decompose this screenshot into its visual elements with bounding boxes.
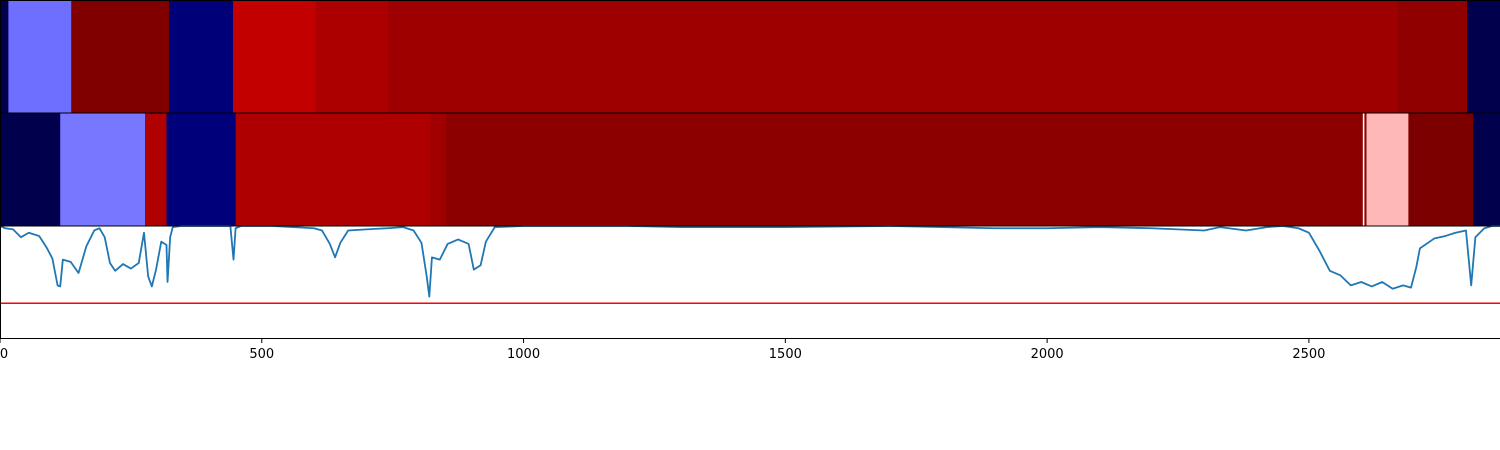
segment-1-11 — [1473, 113, 1500, 226]
segment-1-4 — [235, 113, 431, 226]
segment-0-2 — [71, 0, 170, 113]
segment-1-2 — [145, 113, 167, 226]
segment-0-3 — [169, 0, 234, 113]
segment-0-5 — [315, 0, 389, 113]
segment-1-1 — [60, 113, 146, 226]
segment-0-1 — [8, 0, 72, 113]
segment-0-7 — [1397, 0, 1468, 113]
segment-1-5 — [430, 113, 447, 226]
segment-1-6 — [446, 113, 1364, 226]
segment-1-9 — [1366, 113, 1409, 226]
x-tick-label-1500: 1500 — [769, 347, 802, 362]
x-tick-label-1000: 1000 — [507, 347, 540, 362]
line-track-bottom — [0, 225, 1500, 338]
x-tick-label-0: 0 — [0, 347, 8, 362]
heatmap-track-middle — [0, 113, 1500, 226]
segment-1-3 — [166, 113, 236, 226]
segment-0-0 — [0, 0, 9, 113]
segment-0-6 — [387, 0, 1399, 113]
segment-1-10 — [1408, 113, 1474, 226]
segment-0-8 — [1467, 0, 1500, 113]
x-tick-label-500: 500 — [249, 347, 274, 362]
figure: 0 500 1000 1500 2000 2500 — [0, 0, 1500, 362]
x-tick-label-2000: 2000 — [1031, 347, 1064, 362]
line-track-background — [0, 226, 1500, 338]
heatmap-track-top — [0, 0, 1500, 113]
segment-1-0 — [0, 113, 61, 226]
x-axis: 0 500 1000 1500 2000 2500 — [0, 338, 1500, 362]
segment-0-4 — [232, 0, 317, 113]
x-tick-label-2500: 2500 — [1292, 347, 1325, 362]
